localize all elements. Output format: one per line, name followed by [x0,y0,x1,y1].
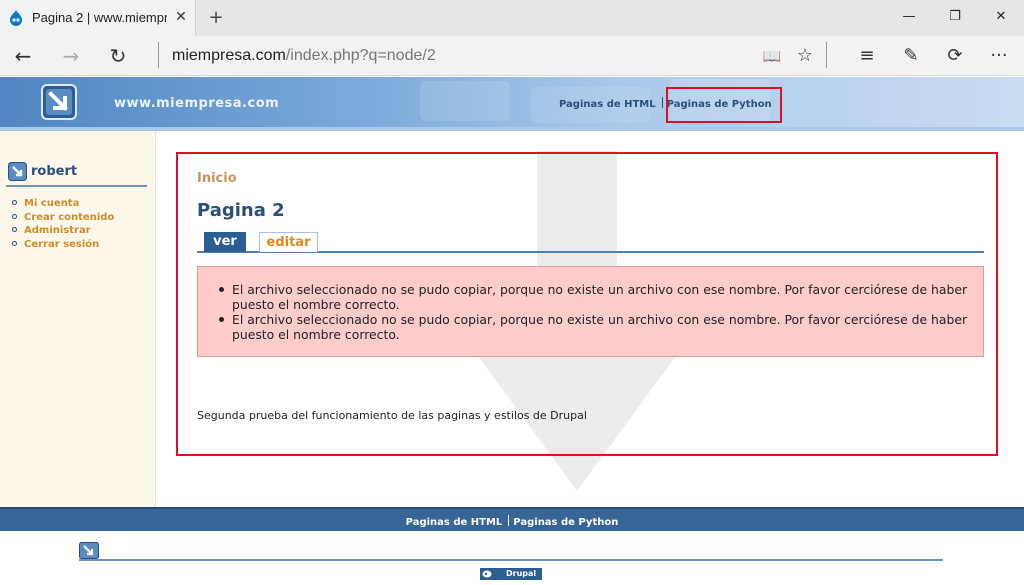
menu-item-administrar[interactable]: Administrar [12,225,114,239]
site-header: www.miempresa.com Paginas de HTML Paginas… [0,77,1024,131]
user-menu: Mi cuenta Crear contenido Administrar Ce… [12,198,114,252]
sidebar-divider [6,185,147,187]
address-input[interactable]: miempresa.com/index.php?q=node/2 [172,47,436,67]
footer-links: Paginas de HTML Paginas de Python [0,515,1024,528]
address-toolbar: ← → ↻ miempresa.com/index.php?q=node/2 📖… [0,36,1024,76]
footer-bar: Paginas de HTML Paginas de Python [0,507,1024,531]
drupal-drop-icon [482,570,492,578]
new-tab-icon[interactable]: + [204,6,228,30]
footer-link-python[interactable]: Paginas de Python [513,517,618,528]
reading-view-icon[interactable]: 📖 [758,42,786,70]
menu-item-mi-cuenta[interactable]: Mi cuenta [12,198,114,212]
python-link-highlight [666,87,782,123]
bullet-icon [12,227,17,232]
share-icon[interactable]: ⟳ [941,42,969,70]
forward-icon[interactable]: → [55,41,87,71]
site-name[interactable]: www.miempresa.com [114,96,279,111]
window-close-icon[interactable]: ✕ [978,0,1024,34]
browser-tab-bar: Pagina 2 | www.miempresa.com ✕ + — ❐ ✕ [0,0,1024,36]
footer-link-separator [508,515,510,526]
url-path: /index.php?q=node/2 [285,47,436,64]
bullet-icon [12,213,17,219]
address-divider [158,42,159,68]
menu-item-crear-contenido[interactable]: Crear contenido [12,212,114,226]
menu-item-cerrar-sesion[interactable]: Cerrar sesión [12,239,114,253]
menu-label: Administrar [24,225,91,236]
footer-divider [79,559,943,561]
footer-link-html[interactable]: Paginas de HTML [406,517,503,528]
web-note-icon[interactable]: ✎ [897,42,925,70]
tab-close-icon[interactable]: ✕ [173,9,189,25]
back-icon[interactable]: ← [7,41,39,71]
content-highlight [176,152,998,456]
url-host: miempresa.com [172,47,286,64]
refresh-icon[interactable]: ↻ [102,41,134,71]
bullet-icon [12,240,17,246]
drupal-favicon-icon [10,10,22,26]
favorite-star-icon[interactable]: ☆ [791,42,819,70]
menu-label: Crear contenido [24,211,115,223]
footer-logo-icon [79,542,99,559]
powered-by-drupal-badge[interactable]: Drupal [480,568,542,580]
primary-link-html[interactable]: Paginas de HTML [559,99,656,110]
user-block-icon [8,162,27,181]
more-icon[interactable]: ··· [985,42,1013,70]
minimize-icon[interactable]: — [886,0,932,34]
browser-tab[interactable]: Pagina 2 | www.miempresa.com ✕ [0,0,196,36]
primary-link-separator [661,97,663,108]
restore-icon[interactable]: ❐ [932,0,978,34]
user-name: robert [31,164,78,179]
menu-label: Cerrar sesión [24,238,100,250]
tab-title: Pagina 2 | www.miempresa.com [32,10,167,25]
drupal-badge-label: Drupal [506,569,537,578]
bullet-icon [12,200,17,205]
hub-icon[interactable]: ≡ [853,42,881,70]
toolbar-divider [826,42,827,68]
site-logo-icon[interactable] [41,84,77,120]
sidebar: robert Mi cuenta Crear contenido Adminis… [0,131,156,507]
menu-label: Mi cuenta [24,198,80,209]
